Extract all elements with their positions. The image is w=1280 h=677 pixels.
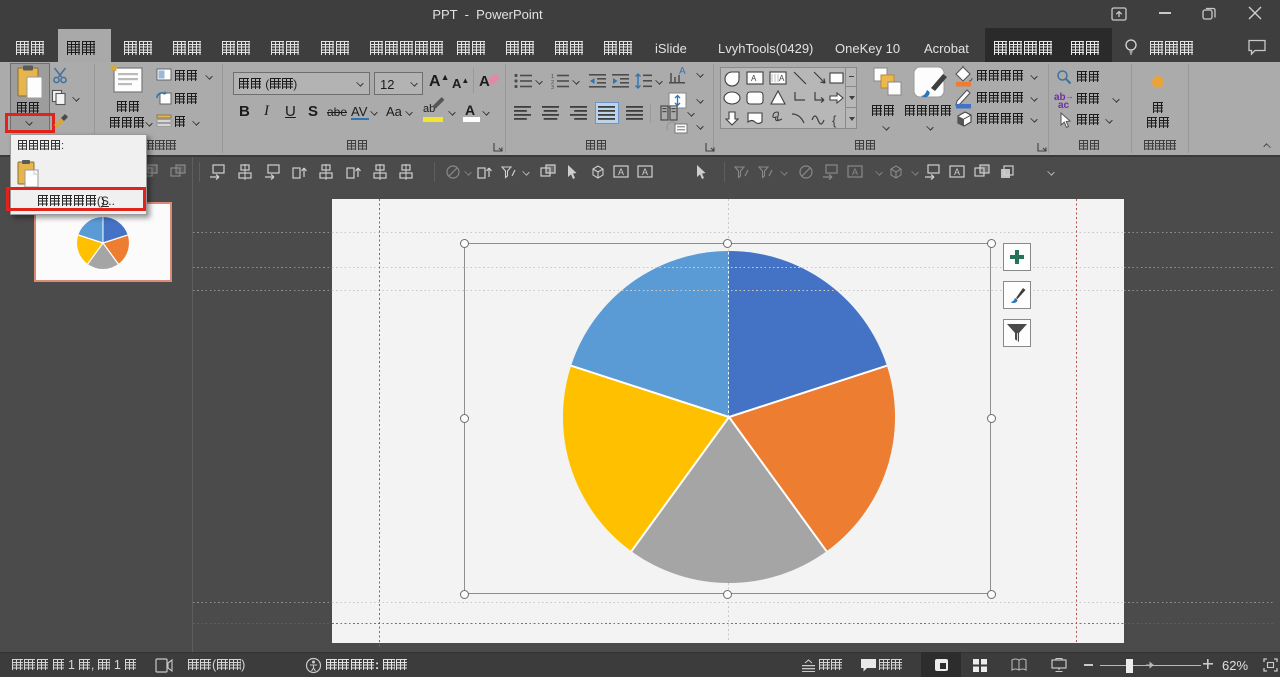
svg-text:A: A — [954, 167, 960, 177]
svg-text:A: A — [618, 167, 624, 177]
svg-text:A: A — [779, 74, 785, 83]
svg-text:A: A — [852, 167, 858, 177]
svg-text:3: 3 — [551, 85, 554, 89]
svg-text:{: { — [832, 113, 837, 128]
svg-text:A: A — [679, 66, 686, 77]
svg-text:A: A — [642, 167, 648, 177]
svg-text:A: A — [751, 74, 757, 83]
